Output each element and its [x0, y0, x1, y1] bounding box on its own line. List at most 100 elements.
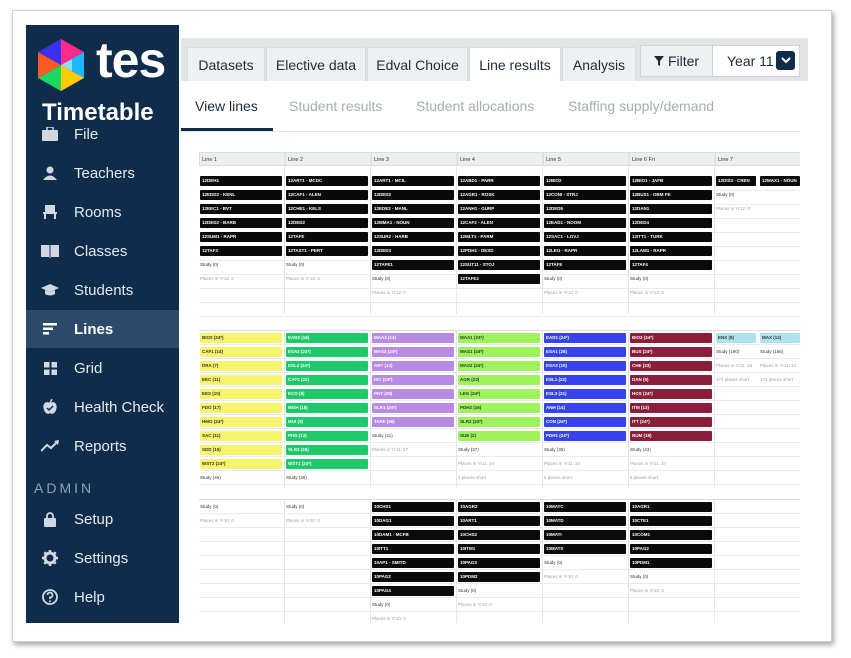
class-chip[interactable]: LEG (24*) — [458, 389, 540, 399]
class-chip[interactable]: 12DED2 - BARB — [200, 218, 282, 228]
class-chip[interactable]: PDH2 (16) — [458, 403, 540, 413]
class-chip[interactable]: 12CHE1 - KELS — [286, 204, 368, 214]
class-chip[interactable]: PHD (12) — [286, 431, 368, 441]
class-chip[interactable]: 12TAFE1 — [372, 260, 454, 270]
class-chip[interactable]: SLR1 (24*) — [372, 403, 454, 413]
class-chip[interactable]: NUM (18) — [630, 431, 712, 441]
class-chip[interactable]: 10PDM1 — [630, 558, 712, 568]
class-chip[interactable]: 12LAM1 - RAPR — [630, 246, 712, 256]
subtab-student-results[interactable]: Student results — [289, 98, 382, 114]
sidebar-item-grid[interactable]: Grid — [26, 349, 179, 387]
class-chip[interactable]: MAS2 (24*) — [458, 361, 540, 371]
class-chip[interactable]: ENX (8) — [716, 333, 756, 343]
sidebar-item-teachers[interactable]: Teachers — [26, 154, 179, 192]
class-chip[interactable]: 10DAM1 - MCFB — [372, 530, 454, 540]
class-chip[interactable]: 12CAF1 - ALEN — [286, 190, 368, 200]
class-chip[interactable]: MOH (18) — [286, 403, 368, 413]
class-chip[interactable]: 12SAC1 - LOVJ — [544, 232, 626, 242]
class-chip[interactable]: 12DEH1 — [200, 176, 282, 186]
sidebar-item-settings[interactable]: Settings — [26, 539, 179, 577]
class-chip[interactable]: 12EDE2 - MANL — [372, 204, 454, 214]
class-chip[interactable]: 10AP1 - SMITD — [372, 558, 454, 568]
class-chip[interactable]: 12ART1 - MCDC — [286, 176, 368, 186]
class-chip[interactable]: 12SUM1 - RAPR — [200, 232, 282, 242]
class-chip[interactable]: SUE (2) — [458, 431, 540, 441]
class-chip[interactable]: TAFE (26) — [372, 417, 454, 427]
class-chip[interactable]: ESA1 (28) — [544, 347, 626, 357]
class-chip[interactable]: ECO (9) — [286, 389, 368, 399]
class-chip[interactable]: 12TAFE — [286, 232, 368, 242]
class-chip[interactable]: 10DAG1 — [372, 516, 454, 526]
class-chip[interactable]: 10COM1 — [630, 530, 712, 540]
class-chip[interactable]: WST2 (24*) — [200, 459, 282, 469]
class-chip[interactable]: MAS3 (24*) — [372, 347, 454, 357]
class-chip[interactable]: 10PAG3 — [458, 558, 540, 568]
class-chip[interactable]: 10MATI — [544, 530, 626, 540]
class-chip[interactable]: 12TAFE2 — [458, 274, 540, 284]
class-chip[interactable]: 12EDD2 - KENL — [200, 190, 282, 200]
class-chip[interactable]: CON (24*) — [544, 417, 626, 427]
class-chip[interactable]: 12CAF2 - ALEN — [458, 218, 540, 228]
class-chip[interactable]: BUS (24*) — [630, 347, 712, 357]
class-chip[interactable]: ESL2 (24*) — [286, 361, 368, 371]
class-chip[interactable]: 12ANH1 - GURP — [458, 204, 540, 214]
sidebar-item-health-check[interactable]: Health Check — [26, 388, 179, 426]
class-chip[interactable]: PDH1 (24*) — [544, 431, 626, 441]
class-chip[interactable]: EAD2 (18) — [286, 333, 368, 343]
tab-elective-data[interactable]: Elective data — [266, 47, 366, 81]
logo[interactable]: tes Timetable — [34, 32, 174, 126]
class-chip[interactable]: ITM (13) — [630, 403, 712, 413]
class-chip[interactable]: 12ABD1 - PARR — [458, 176, 540, 186]
class-chip[interactable]: 12DED2 — [372, 190, 454, 200]
class-chip[interactable]: DRA (7) — [200, 361, 282, 371]
subtab-staffing-supply-demand[interactable]: Staffing supply/demand — [568, 98, 714, 114]
class-chip[interactable]: 12BIO2 — [544, 176, 626, 186]
sidebar-item-classes[interactable]: Classes — [26, 232, 179, 270]
class-chip[interactable]: 10PAG4 — [372, 586, 454, 596]
class-chip[interactable]: HOS (24*) — [630, 389, 712, 399]
class-chip[interactable]: 12TAST1 - PERT — [286, 246, 368, 256]
class-chip[interactable]: MAX (12) — [760, 333, 800, 343]
class-chip[interactable]: MAA1 (24*) — [458, 333, 540, 343]
class-chip[interactable]: 10AGR1 — [630, 502, 712, 512]
class-chip[interactable]: SDD (10) — [200, 445, 282, 455]
filter-button[interactable]: Filter — [641, 46, 713, 76]
class-chip[interactable]: 12PDH1 - DESD — [458, 246, 540, 256]
class-chip[interactable]: 12DED4 — [630, 218, 712, 228]
class-chip[interactable]: 12DIS3 - CREN — [716, 176, 756, 186]
class-chip[interactable]: 12SUT11 - STOJ — [458, 260, 540, 270]
class-chip[interactable]: ART (13) — [372, 361, 454, 371]
class-chip[interactable]: EEC (11) — [200, 375, 282, 385]
class-chip[interactable]: SLR3 (28) — [286, 445, 368, 455]
class-chip[interactable]: SLR2 (24*) — [458, 417, 540, 427]
class-chip[interactable]: 10MATC — [544, 502, 626, 512]
class-chip[interactable]: ESL1 (22) — [544, 375, 626, 385]
class-chip[interactable]: 12SUR2 - HARB — [372, 232, 454, 242]
class-chip[interactable]: BIO2 (24*) — [200, 333, 282, 343]
class-chip[interactable]: AGR (23) — [458, 375, 540, 385]
class-chip[interactable]: 12CONI - STRJ — [544, 190, 626, 200]
sidebar-item-setup[interactable]: Setup — [26, 500, 179, 538]
class-chip[interactable]: 12MAX1 - NOUN — [760, 176, 800, 186]
class-chip[interactable]: ANH (14) — [544, 403, 626, 413]
class-chip[interactable]: MAA3 (14) — [372, 333, 454, 343]
class-chip[interactable]: 10ITM1 — [458, 544, 540, 554]
class-chip[interactable]: PHY (20) — [372, 389, 454, 399]
class-chip[interactable]: 12DED2 — [286, 218, 368, 228]
class-chip[interactable]: CAF2 (22) — [286, 375, 368, 385]
class-chip[interactable]: 10MATS — [544, 544, 626, 554]
class-chip[interactable]: WST1 (24*) — [286, 459, 368, 469]
class-chip[interactable]: MUI (3) — [286, 417, 368, 427]
class-chip[interactable]: SAC (11) — [200, 431, 282, 441]
class-chip[interactable]: 12LEI1 - RAPR — [544, 246, 626, 256]
class-chip[interactable]: EAD1 (24*) — [544, 333, 626, 343]
subtab-student-allocations[interactable]: Student allocations — [416, 98, 534, 114]
sidebar-item-reports[interactable]: Reports — [26, 427, 179, 465]
class-chip[interactable]: 10ART1 — [458, 516, 540, 526]
class-chip[interactable]: ITT (24*) — [630, 417, 712, 427]
class-chip[interactable]: HMO (24*) — [200, 417, 282, 427]
class-chip[interactable]: 12EEC1 - BVT — [200, 204, 282, 214]
class-chip[interactable]: 12BUS1 - OBM FE — [630, 190, 712, 200]
sidebar-item-rooms[interactable]: Rooms — [26, 193, 179, 231]
year-select-value[interactable]: Year 11 — [727, 53, 774, 69]
